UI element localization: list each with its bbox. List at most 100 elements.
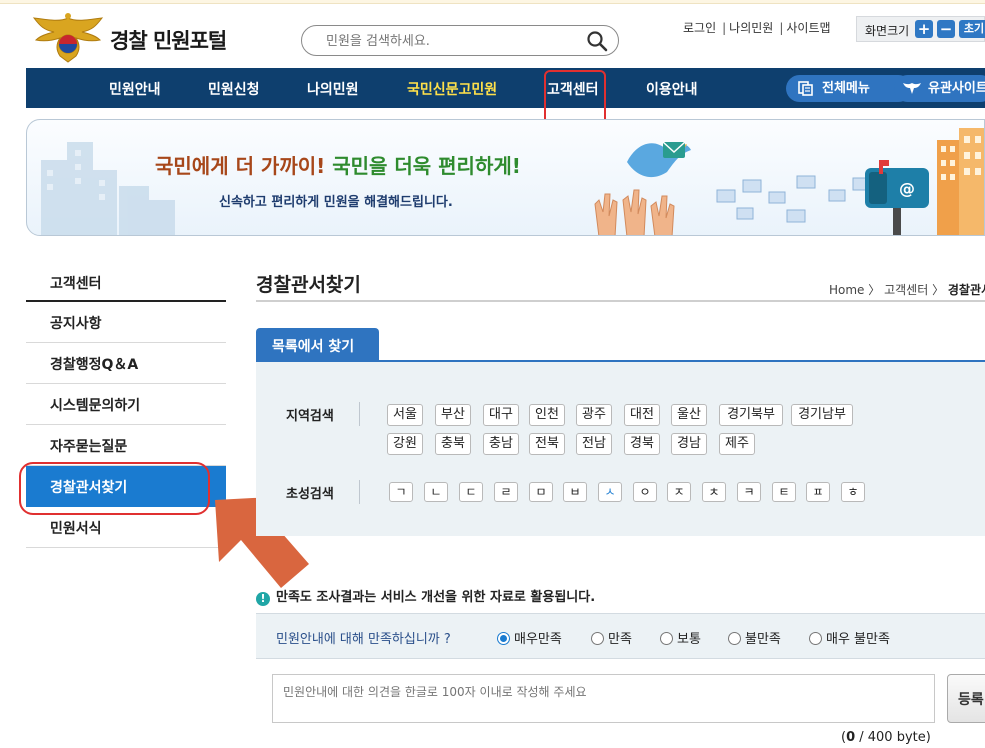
login-link[interactable]: 로그인 — [683, 21, 716, 35]
region-chip[interactable]: 전북 — [529, 433, 565, 455]
banner-subtitle: 신속하고 편리하게 민원을 해결해드립니다. — [219, 195, 453, 210]
tab-list-search[interactable]: 목록에서 찾기 — [256, 328, 379, 361]
byte-counter-current: 0 — [846, 730, 856, 745]
initial-chip[interactable]: ㄴ — [424, 482, 448, 502]
font-decrease-button[interactable]: − — [937, 20, 955, 38]
radio-circle-checked[interactable] — [497, 632, 510, 645]
opinion-textarea[interactable] — [272, 674, 935, 723]
radio-circle[interactable] — [591, 632, 604, 645]
survey-notice: ! 만족도 조사결과는 서비스 개선을 위한 자료로 활용됩니다. — [256, 586, 595, 606]
initial-chip[interactable]: ㅇ — [633, 482, 657, 502]
initial-chip[interactable]: ㅈ — [667, 482, 691, 502]
survey-question: 민원안내에 대해 만족하십니까 ? — [276, 632, 451, 647]
byte-counter-rest: / 400 byte) — [855, 730, 931, 745]
region-chip[interactable]: 울산 — [671, 404, 707, 426]
region-chip[interactable]: 서울 — [387, 404, 423, 426]
divider — [359, 480, 360, 504]
radio-circle[interactable] — [809, 632, 822, 645]
radio-circle[interactable] — [660, 632, 673, 645]
banner-slogan-part2: 국민을 더욱 편리하게! — [332, 154, 521, 178]
utility-links: 로그인 | 나의민원 | 사이트맵 — [683, 19, 834, 36]
initial-chip[interactable]: ㅂ — [563, 482, 587, 502]
title-divider — [256, 300, 985, 302]
breadcrumb-customer-center[interactable]: 고객센터 — [884, 283, 928, 297]
side-item-notice[interactable]: 공지사항 — [26, 302, 226, 343]
all-menu-label: 전체메뉴 — [822, 81, 870, 96]
search-panel: 지역검색 서울 부산 대구 인천 광주 대전 울산 경기북부 경기남부 강원 충… — [256, 362, 985, 536]
initial-chip[interactable]: ㄹ — [494, 482, 518, 502]
region-chip[interactable]: 충남 — [483, 433, 519, 455]
radio-label: 보통 — [677, 632, 701, 647]
initial-chip[interactable]: ㅁ — [529, 482, 553, 502]
radio-label: 매우만족 — [514, 632, 562, 647]
my-complaints-link[interactable]: 나의민원 — [729, 21, 773, 35]
region-chip[interactable]: 인천 — [529, 404, 565, 426]
breadcrumb-current: 경찰관서찾기 — [947, 283, 985, 297]
radio-label: 불만족 — [745, 632, 781, 647]
submit-button[interactable]: 등록 — [947, 674, 985, 723]
region-chip[interactable]: 경기남부 — [791, 404, 853, 426]
radio-very-dissatisfied[interactable]: 매우 불만족 — [809, 628, 890, 647]
banner-slogan-part1: 국민에게 더 가까이! — [155, 154, 326, 178]
initial-chip-selected[interactable]: ㅅ — [598, 482, 622, 502]
side-item-faq[interactable]: 자주묻는질문 — [26, 425, 226, 466]
region-chip[interactable]: 제주 — [719, 433, 755, 455]
font-size-control: 화면크기 + − 초기 — [856, 16, 985, 42]
nav-item-usage-guide[interactable]: 이용안내 — [646, 79, 698, 99]
side-item-qna[interactable]: 경찰행정Q＆A — [26, 343, 226, 384]
initial-chip[interactable]: ㅌ — [772, 482, 796, 502]
nav-item-guide[interactable]: 민원안내 — [109, 79, 161, 99]
main-navigation: 민원안내 민원신청 나의민원 국민신문고민원 고객센터 이용안내 전체메뉴 유관… — [26, 68, 985, 108]
font-reset-button[interactable]: 초기 — [959, 20, 985, 38]
font-size-label: 화면크기 — [865, 24, 910, 38]
region-chip[interactable]: 전남 — [576, 433, 612, 455]
highlight-box-customer-center — [544, 70, 606, 125]
divider — [359, 402, 360, 426]
initial-chip[interactable]: ㄱ — [389, 482, 413, 502]
radio-very-satisfied[interactable]: 매우만족 — [497, 628, 562, 647]
svg-text:@: @ — [899, 179, 915, 198]
nav-item-apply[interactable]: 민원신청 — [208, 79, 260, 99]
initial-chip[interactable]: ㄷ — [459, 482, 483, 502]
region-chip[interactable]: 부산 — [435, 404, 471, 426]
related-sites-button[interactable]: 유관사이트 — [894, 75, 985, 102]
police-emblem-logo[interactable] — [30, 12, 106, 64]
site-title[interactable]: 경찰 민원포털 — [110, 25, 227, 55]
region-chip[interactable]: 강원 — [387, 433, 423, 455]
radio-dissatisfied[interactable]: 불만족 — [728, 628, 781, 647]
satisfaction-survey: 민원안내에 대해 만족하십니까 ? 매우만족 만족 보통 불만족 매우 불만족 — [256, 613, 985, 659]
initial-chip[interactable]: ㅎ — [841, 482, 865, 502]
initial-chip[interactable]: ㅊ — [702, 482, 726, 502]
sitemap-link[interactable]: 사이트맵 — [786, 21, 830, 35]
region-chip[interactable]: 경기북부 — [719, 404, 783, 426]
search-icon[interactable] — [586, 30, 608, 52]
separator: | — [779, 21, 784, 35]
nav-item-epeople[interactable]: 국민신문고민원 — [407, 79, 497, 99]
radio-satisfied[interactable]: 만족 — [591, 628, 632, 647]
initial-chip[interactable]: ㅋ — [737, 482, 761, 502]
highlight-box-find-station — [19, 462, 210, 515]
separator: | — [722, 21, 727, 35]
promo-banner: @ 국민에게 더 가까이! 국민을 더욱 편리하게! 신속하고 편리하게 민원을… — [26, 119, 985, 236]
all-menu-icon — [798, 81, 813, 96]
initial-chip[interactable]: ㅍ — [806, 482, 830, 502]
search-input[interactable] — [326, 30, 576, 52]
side-item-system-inquiry[interactable]: 시스템문의하기 — [26, 384, 226, 425]
region-search-label: 지역검색 — [286, 409, 334, 424]
top-strip — [0, 0, 985, 4]
page: 경찰 민원포털 로그인|나의민원|사이트맵 화면크기 + − 초기 민원안내 민… — [0, 0, 985, 748]
breadcrumb-home[interactable]: Home — [829, 283, 864, 297]
region-chip[interactable]: 경남 — [671, 433, 707, 455]
region-chip[interactable]: 경북 — [624, 433, 660, 455]
page-title: 경찰관서찾기 — [256, 274, 361, 296]
nav-item-my-complaints[interactable]: 나의민원 — [307, 79, 359, 99]
radio-label: 매우 불만족 — [826, 632, 890, 647]
region-chip[interactable]: 충북 — [435, 433, 471, 455]
region-chip[interactable]: 광주 — [576, 404, 612, 426]
font-increase-button[interactable]: + — [915, 20, 933, 38]
region-chip[interactable]: 대전 — [624, 404, 660, 426]
radio-neutral[interactable]: 보통 — [660, 628, 701, 647]
survey-notice-text: 만족도 조사결과는 서비스 개선을 위한 자료로 활용됩니다. — [276, 590, 596, 605]
radio-circle[interactable] — [728, 632, 741, 645]
region-chip[interactable]: 대구 — [483, 404, 519, 426]
